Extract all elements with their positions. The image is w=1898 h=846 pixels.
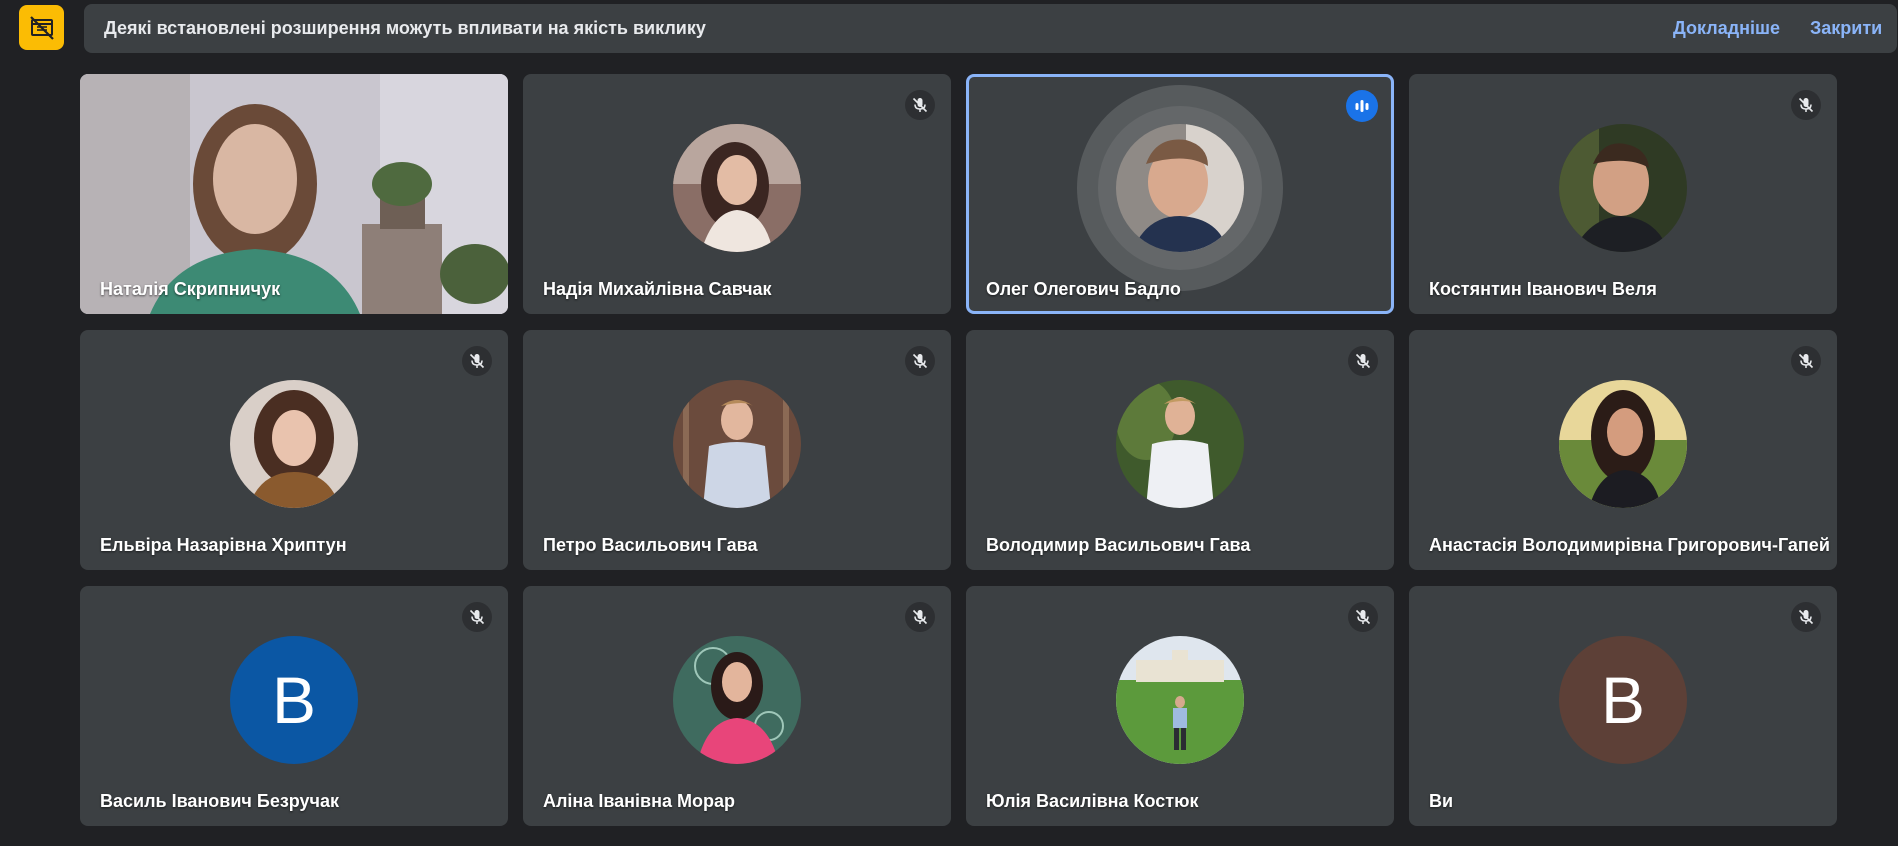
avatar: [673, 124, 801, 253]
mic-off-icon: [912, 353, 928, 369]
mic-off-indicator: [1348, 346, 1378, 376]
participant-name: Ви: [1429, 791, 1454, 811]
participant-name: Анастасія Володимирівна Григорович-Гапей: [1429, 535, 1830, 555]
banner-message: Деякі встановлені розширення можуть впли…: [104, 18, 706, 38]
mic-off-indicator: [462, 346, 492, 376]
participant-name: Юлія Василівна Костюк: [986, 791, 1199, 811]
extension-warning-icon: [29, 15, 54, 40]
participant-tile-active-speaker[interactable]: Олег Олегович Бадло: [966, 74, 1394, 314]
participant-tile[interactable]: Петро Васильович Гава: [523, 330, 951, 570]
mic-off-indicator: [905, 602, 935, 632]
participant-tile[interactable]: Юлія Василівна Костюк: [966, 586, 1394, 826]
participant-tile[interactable]: Володимир Васильович Гава: [966, 330, 1394, 570]
participant-tile[interactable]: Ельвіра Назарівна Хриптун: [80, 330, 508, 570]
audio-level-icon: [1355, 100, 1369, 112]
extensions-warning-banner: Деякі встановлені розширення можуть впли…: [84, 4, 1897, 53]
mic-off-icon: [469, 353, 485, 369]
mic-off-icon: [1798, 609, 1814, 625]
mic-off-indicator: [905, 90, 935, 120]
mic-off-indicator: [1791, 90, 1821, 120]
meeting-stage: Деякі встановлені розширення можуть впли…: [0, 0, 1898, 846]
participant-tile[interactable]: Анастасія Володимирівна Григорович-Гапей: [1409, 330, 1837, 570]
mic-off-icon: [1355, 353, 1371, 369]
avatar: [1559, 124, 1687, 253]
participant-tile[interactable]: Костянтин Іванович Веля: [1409, 74, 1837, 314]
participant-name: Олег Олегович Бадло: [986, 279, 1181, 299]
self-tile[interactable]: В Ви: [1409, 586, 1837, 826]
mic-off-indicator: [1791, 346, 1821, 376]
participant-name: Аліна Іванівна Морар: [543, 791, 735, 811]
avatar: [1559, 380, 1687, 509]
participant-tile[interactable]: Аліна Іванівна Морар: [523, 586, 951, 826]
avatar-initial: В: [230, 636, 358, 765]
avatar: [1116, 380, 1244, 509]
avatar: [673, 636, 801, 765]
participant-name: Петро Васильович Гава: [543, 535, 758, 555]
participant-name: Ельвіра Назарівна Хриптун: [100, 535, 347, 555]
avatar: [673, 380, 801, 509]
participant-name: Василь Іванович Безручак: [100, 791, 340, 811]
participant-grid: Наталія Скрипничук Надія Михайлівна Савч…: [80, 74, 1840, 826]
avatar-initial: В: [1559, 636, 1687, 765]
mic-off-indicator: [1791, 602, 1821, 632]
avatar: [230, 380, 358, 509]
mic-off-icon: [1798, 97, 1814, 113]
speaking-indicator: [1346, 90, 1378, 122]
participant-name: Володимир Васильович Гава: [986, 535, 1251, 555]
mic-off-indicator: [462, 602, 492, 632]
learn-more-link[interactable]: Докладніше: [1673, 4, 1780, 53]
participant-video: [80, 74, 508, 314]
mic-off-indicator: [905, 346, 935, 376]
mic-off-indicator: [1348, 602, 1378, 632]
avatar: [1116, 124, 1244, 253]
participant-name: Костянтин Іванович Веля: [1429, 279, 1657, 299]
mic-off-icon: [912, 97, 928, 113]
participant-name: Наталія Скрипничук: [100, 279, 281, 299]
participant-tile[interactable]: Наталія Скрипничук: [80, 74, 508, 314]
mic-off-icon: [912, 609, 928, 625]
mic-off-icon: [469, 609, 485, 625]
participant-tile[interactable]: В Василь Іванович Безручак: [80, 586, 508, 826]
avatar: [1116, 636, 1244, 765]
participant-tile[interactable]: Надія Михайлівна Савчак: [523, 74, 951, 314]
close-banner-button[interactable]: Закрити: [1810, 4, 1882, 53]
mic-off-icon: [1798, 353, 1814, 369]
participant-name: Надія Михайлівна Савчак: [543, 279, 772, 299]
mic-off-icon: [1355, 609, 1371, 625]
extension-warning-button[interactable]: [19, 5, 64, 50]
